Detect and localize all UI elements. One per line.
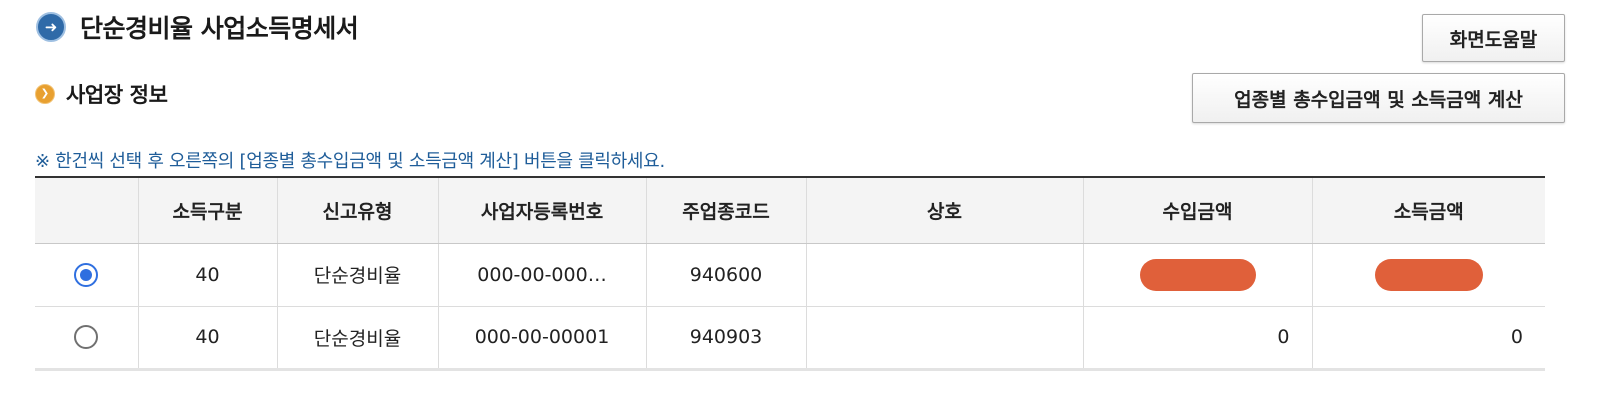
chevron-right-circle-icon: ❯	[35, 84, 55, 104]
industry-code-cell: 940600	[645, 243, 806, 307]
revenue-cell: 0	[1082, 306, 1312, 371]
column-header-company-name: 상호	[805, 176, 1083, 244]
report-type-cell: 단순경비율	[276, 243, 438, 307]
table-header-row: 소득구분 신고유형 사업자등록번호 주업종코드 상호 수입금액 소득금액	[35, 176, 1545, 244]
section-header: ❯ 사업장 정보	[35, 80, 168, 108]
business-number-cell: 000-00-00001	[437, 306, 646, 371]
company-name-cell	[805, 243, 1083, 307]
column-header-report-type: 신고유형	[276, 176, 438, 244]
column-header-income-type: 소득구분	[137, 176, 277, 244]
column-header-select	[35, 176, 138, 244]
income-type-cell: 40	[137, 243, 277, 307]
row-select-radio[interactable]	[74, 325, 99, 349]
business-number-cell: 000-00-000…	[437, 243, 646, 307]
business-table: 소득구분 신고유형 사업자등록번호 주업종코드 상호 수입금액 소득금액 40 …	[35, 176, 1545, 371]
arrow-right-circle-icon: ➜	[36, 12, 66, 42]
row-select-cell	[35, 306, 138, 371]
income-type-cell: 40	[137, 306, 277, 371]
instruction-notice: ※ 한건씩 선택 후 오른쪽의 [업종별 총수입금액 및 소득금액 계산] 버튼…	[35, 151, 665, 172]
screen-help-button[interactable]: 화면도움말	[1422, 14, 1565, 62]
revenue-cell	[1082, 243, 1312, 307]
column-header-revenue: 수입금액	[1082, 176, 1312, 244]
report-type-cell: 단순경비율	[276, 306, 438, 371]
industry-code-cell: 940903	[645, 306, 806, 371]
company-name-cell	[805, 306, 1083, 371]
income-cell	[1311, 243, 1545, 307]
redacted-income-mask	[1374, 258, 1483, 291]
page-header: ➜ 단순경비율 사업소득명세서	[36, 10, 359, 44]
page-title: 단순경비율 사업소득명세서	[80, 14, 359, 43]
section-title: 사업장 정보	[66, 83, 168, 107]
redacted-revenue-mask	[1139, 258, 1256, 291]
table-row[interactable]: 40 단순경비율 000-00-00001 940903 0 0	[35, 306, 1545, 371]
row-select-radio[interactable]	[74, 262, 99, 287]
column-header-income: 소득금액	[1311, 176, 1545, 244]
income-cell: 0	[1311, 306, 1545, 371]
calculate-income-button[interactable]: 업종별 총수입금액 및 소득금액 계산	[1192, 73, 1565, 123]
row-select-cell	[35, 243, 138, 307]
table-row[interactable]: 40 단순경비율 000-00-000… 940600	[35, 243, 1545, 307]
column-header-industry-code: 주업종코드	[645, 176, 806, 244]
column-header-business-number: 사업자등록번호	[437, 176, 646, 244]
